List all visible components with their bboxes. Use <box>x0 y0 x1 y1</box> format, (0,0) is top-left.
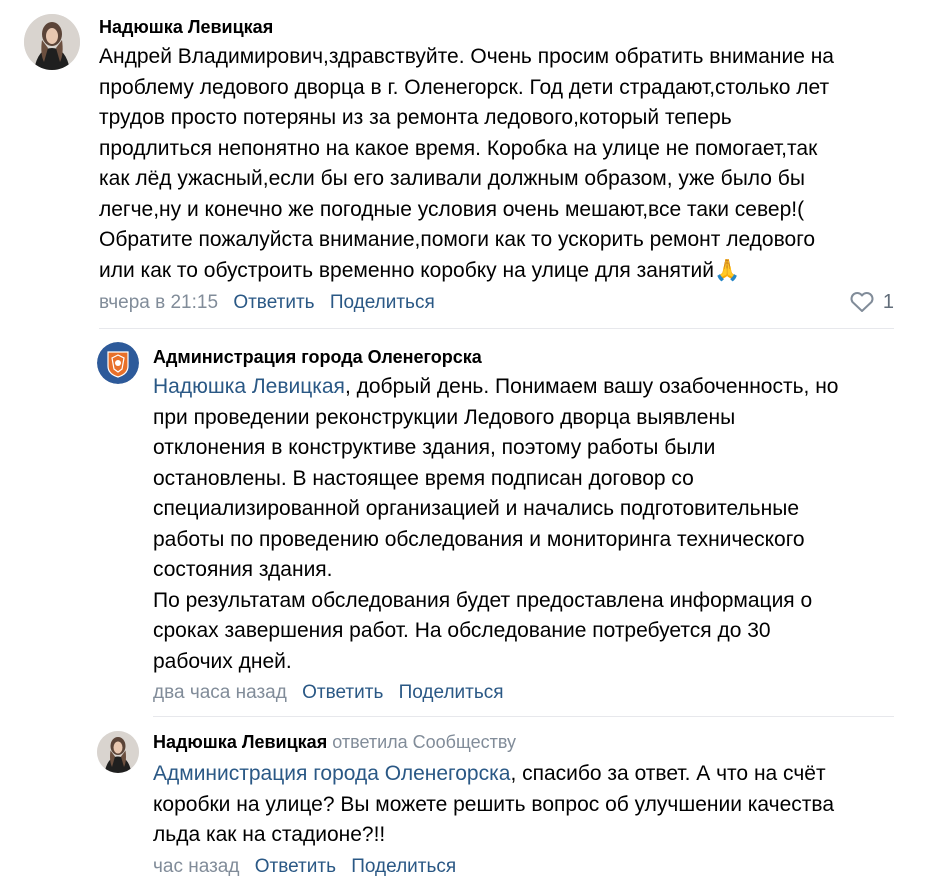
comment-line: состояния здания. <box>153 558 333 581</box>
divider <box>99 328 894 329</box>
divider <box>153 716 894 717</box>
author-name[interactable]: Надюшка Левицкая <box>153 732 327 752</box>
comment-time[interactable]: час назад <box>153 856 239 877</box>
comment-line: Обратите пожалуйста внимание,помоги как … <box>99 228 816 251</box>
comment-line: рабочих дней. <box>153 649 292 673</box>
reply-button[interactable]: Ответить <box>233 292 314 313</box>
comment-line: легче,ну и конечно же погодные условия о… <box>99 197 805 221</box>
share-button[interactable]: Поделиться <box>351 856 456 877</box>
comment-author[interactable]: Администрация города Оленегорска <box>153 347 482 368</box>
comment-line: как лёд ужасный,если бы его заливали дол… <box>99 167 805 190</box>
comment-time[interactable]: вчера в 21:15 <box>99 292 218 313</box>
comment-text: Андрей Владимирович,здравствуйте. Очень … <box>99 42 834 286</box>
comment-line: отклонения в конструктиве здания, поэтом… <box>153 436 716 459</box>
mention-link[interactable]: Администрация города Оленегорска <box>153 762 510 785</box>
comment-meta: вчера в 21:15 Ответить Поделиться <box>99 292 435 314</box>
comment-author: Надюшка Левицкая ответила Сообществу <box>153 732 516 753</box>
avatar[interactable] <box>97 731 139 773</box>
comment-line: работы по проведению обследования и мони… <box>153 527 805 551</box>
comment-line: или как то обустроить временно коробку н… <box>99 258 714 282</box>
avatar[interactable] <box>24 14 80 70</box>
comment-line: остановлены. В настоящее время подписан … <box>153 466 694 490</box>
comment-line: при проведении реконструкции Ледового дв… <box>153 405 736 429</box>
comment-line: коробки на улице? Вы можете решить вопро… <box>153 792 834 816</box>
like-button[interactable]: 1 <box>849 291 894 314</box>
comment-text: Администрация города Оленегорска, спасиб… <box>153 759 834 851</box>
reply-button[interactable]: Ответить <box>255 856 336 877</box>
share-button[interactable]: Поделиться <box>330 292 435 313</box>
comment-time[interactable]: два часа назад <box>153 682 287 703</box>
comment-line: сроках завершения работ. На обследование… <box>153 619 771 642</box>
comment-text: Надюшка Левицкая, добрый день. Понимаем … <box>153 372 839 677</box>
reply-button[interactable]: Ответить <box>302 682 383 703</box>
comment-line: продлиться непонятно на какое время. Кор… <box>99 136 818 160</box>
comment-line: , добрый день. Понимаем вашу озабоченнос… <box>344 375 839 398</box>
heart-icon <box>850 292 874 312</box>
mention-link[interactable]: Надюшка Левицкая <box>153 375 345 398</box>
comment-author[interactable]: Надюшка Левицкая <box>99 17 273 38</box>
replied-to-label[interactable]: ответила Сообществу <box>332 732 516 752</box>
comment-line: специализированной организацией и начали… <box>153 497 799 520</box>
community-avatar[interactable] <box>97 342 139 384</box>
comment-line: трудов просто потеряны из за ремонта лед… <box>99 106 732 129</box>
comment-line: льда как на стадионе?!! <box>153 823 386 846</box>
like-count: 1 <box>882 291 894 313</box>
comment-line: Андрей Владимирович,здравствуйте. Очень … <box>99 45 834 68</box>
share-button[interactable]: Поделиться <box>399 682 504 703</box>
city-crest-icon <box>97 342 139 384</box>
comment-meta: час назад Ответить Поделиться <box>153 856 456 878</box>
comment-meta: два часа назад Ответить Поделиться <box>153 682 504 704</box>
comment-line: По результатам обследования будет предос… <box>153 588 813 612</box>
comment-line: проблему ледового дворца в г. Оленегорск… <box>99 75 830 99</box>
pray-emoji: 🙏 <box>714 258 741 282</box>
comment-line: , спасибо за ответ. А что на счёт <box>510 762 826 785</box>
